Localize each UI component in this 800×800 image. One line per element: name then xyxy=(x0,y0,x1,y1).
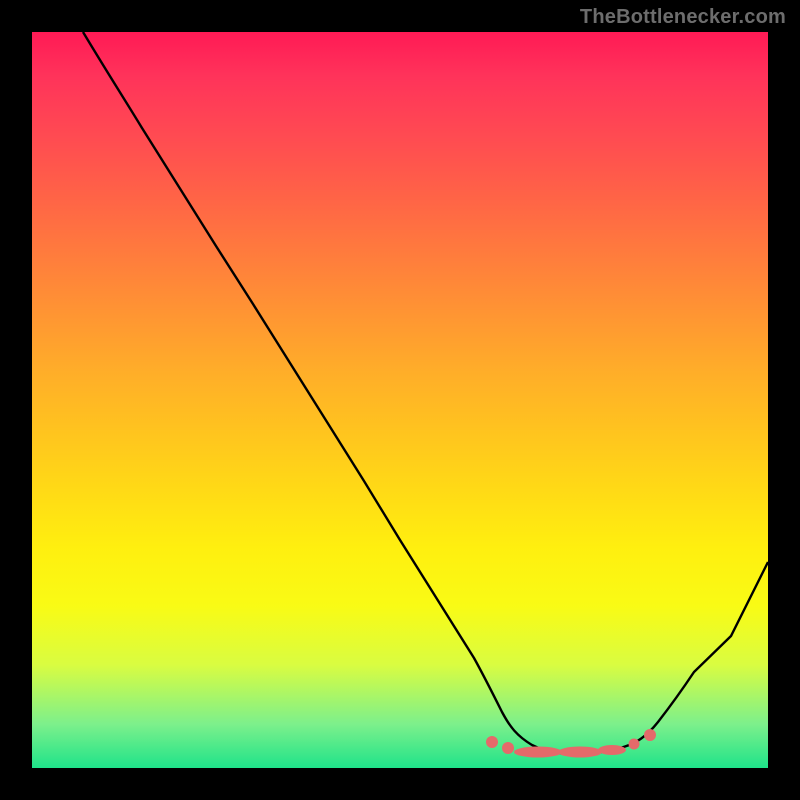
marker-cluster xyxy=(486,729,656,758)
bottleneck-curve xyxy=(83,32,768,754)
curve-layer xyxy=(32,32,768,768)
plot-area xyxy=(32,32,768,768)
chart-frame: TheBottlenecker.com xyxy=(0,0,800,800)
watermark-text: TheBottlenecker.com xyxy=(580,6,786,29)
